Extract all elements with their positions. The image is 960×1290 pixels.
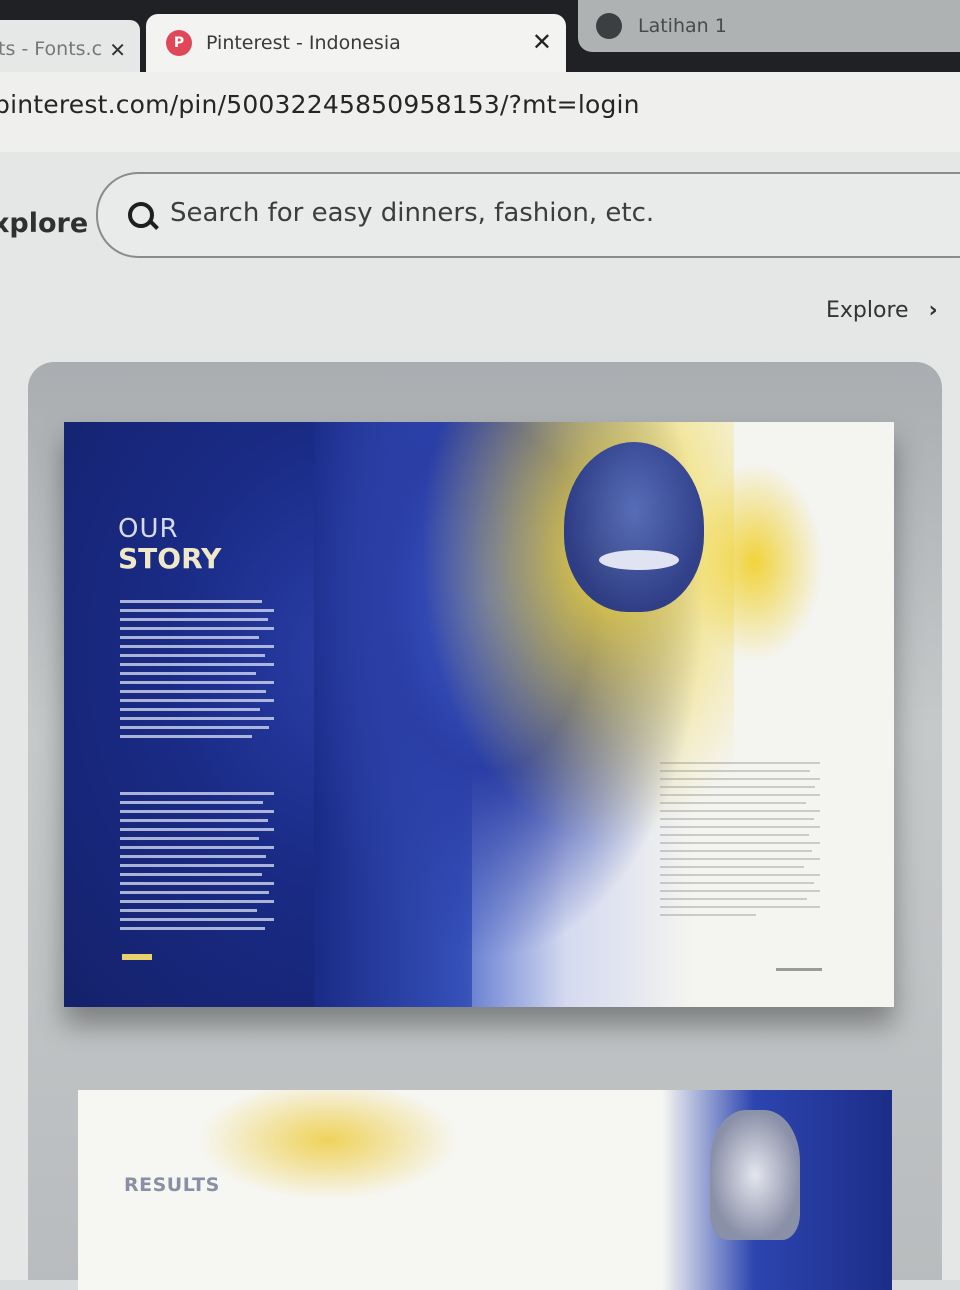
chevron-right-icon: › (928, 298, 938, 323)
body-text-block-1 (120, 600, 274, 744)
address-bar[interactable]: pinterest.com/pin/500322458509581​53/?mt… (0, 72, 960, 154)
tab-latihan[interactable]: Latihan 1 (578, 0, 960, 52)
explore-nav-button[interactable]: Explore › (826, 298, 938, 323)
magazine-spread-results: RESULTS (78, 1090, 892, 1290)
tab-label: ts - Fonts.c (0, 38, 103, 60)
tab-fonts[interactable]: ts - Fonts.c ✕ (0, 20, 140, 78)
portrait-beard (599, 550, 679, 570)
browser-tab-strip: ts - Fonts.c ✕ P Pinterest - Indonesia ✕… (0, 0, 960, 78)
explore-link[interactable]: xplore (0, 208, 88, 239)
portrait-head (564, 442, 704, 612)
heading-results: RESULTS (124, 1174, 220, 1196)
tab-label: Latihan 1 (638, 15, 727, 37)
body-text-block-2 (120, 792, 274, 936)
yellow-splash (684, 462, 824, 662)
close-tab-icon[interactable]: ✕ (532, 28, 552, 56)
url-text[interactable]: pinterest.com/pin/500322458509581​53/?mt… (0, 90, 640, 119)
globe-icon (596, 13, 622, 39)
heading-story: STORY (118, 542, 222, 575)
signature-line (776, 968, 822, 971)
close-tab-icon[interactable]: ✕ (109, 38, 126, 62)
explore-label: Explore (826, 298, 909, 323)
tab-label: Pinterest - Indonesia (206, 32, 401, 54)
pinterest-icon: P (166, 30, 192, 56)
search-input[interactable] (168, 192, 872, 234)
raised-fist-image (710, 1110, 800, 1240)
search-bar[interactable] (96, 172, 960, 258)
right-text-column (660, 762, 820, 922)
magazine-spread-our-story: OUR STORY (64, 422, 894, 1007)
accent-dash (122, 954, 152, 960)
pin-image-card[interactable]: OUR STORY RESULTS (28, 362, 942, 1290)
tab-pinterest[interactable]: P Pinterest - Indonesia ✕ (146, 14, 566, 72)
search-icon (128, 202, 154, 228)
heading-our: OUR (118, 514, 179, 544)
yellow-splash (198, 1090, 458, 1200)
pinterest-page: xplore Explore › OUR STORY (0, 152, 960, 1290)
